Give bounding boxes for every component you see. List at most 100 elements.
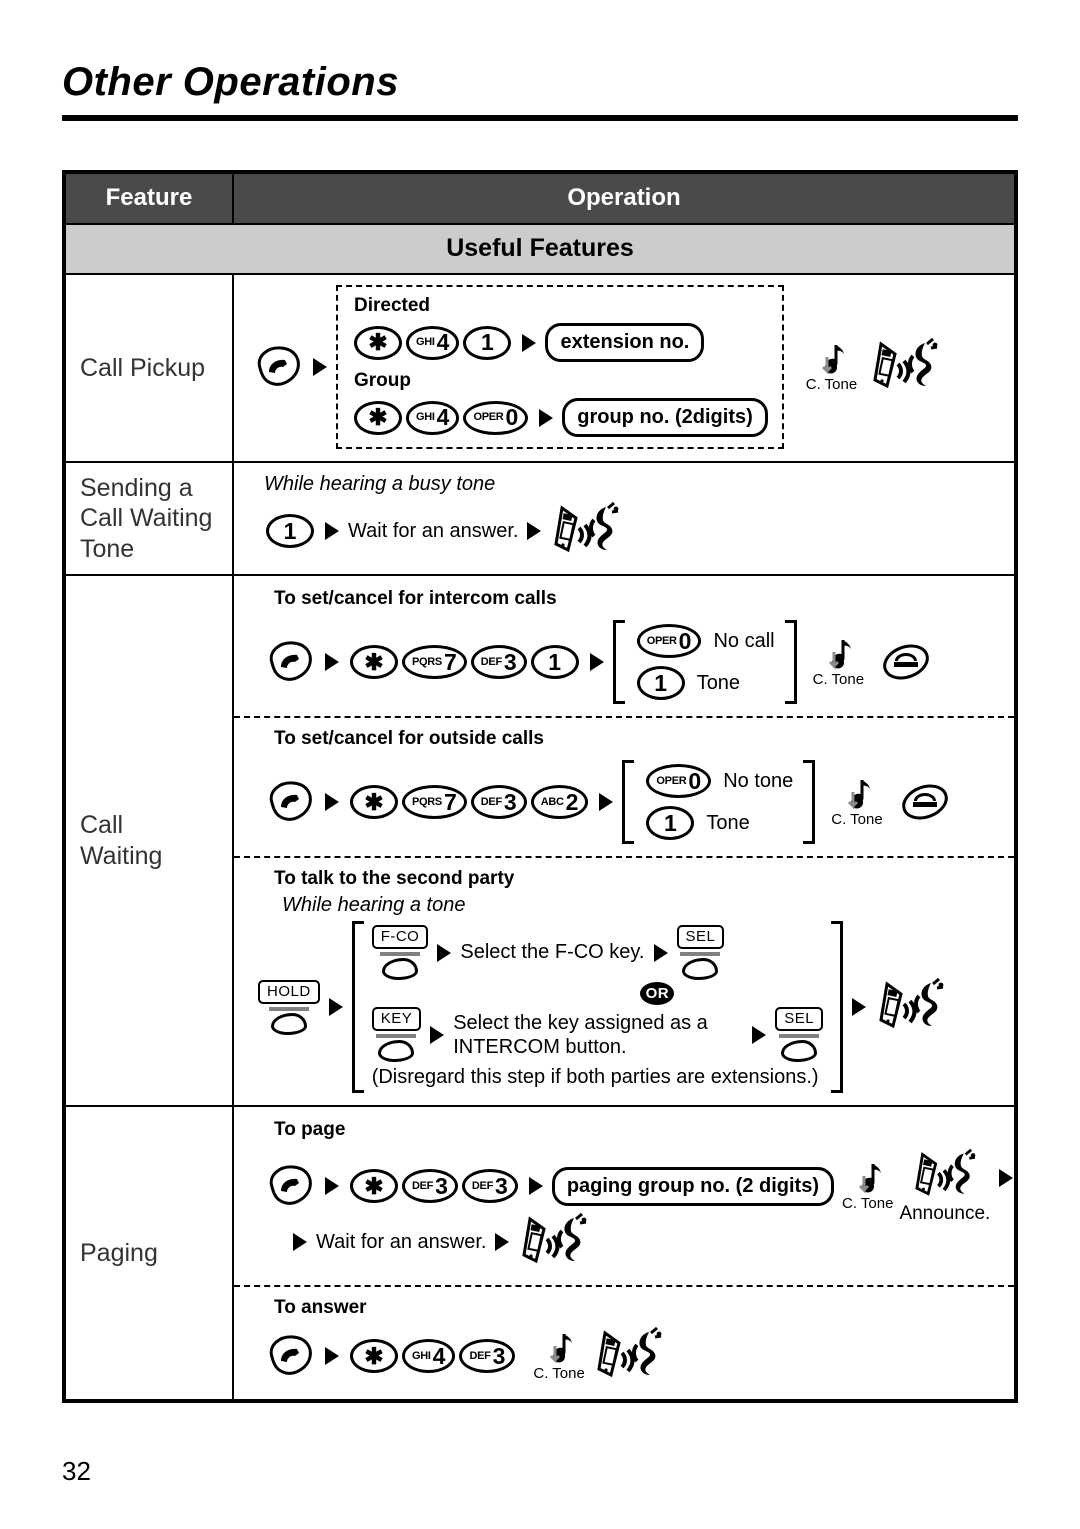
arrow-icon <box>539 408 554 427</box>
onhook-icon <box>899 780 951 824</box>
key-ghi-4[interactable]: GHI 4 <box>406 400 460 435</box>
arrow-icon <box>589 653 604 671</box>
arrow-icon <box>495 1233 510 1251</box>
softkey-sel[interactable]: SEL <box>676 925 725 980</box>
option-no-call: OPER 0 No call <box>635 624 775 658</box>
key-def-3[interactable]: DEF 3 <box>470 645 527 679</box>
key-1[interactable]: 1 <box>530 645 579 679</box>
arrow-icon <box>325 1177 339 1195</box>
key-def-3[interactable]: DEF 3 <box>402 1169 458 1203</box>
key-pqrs-7[interactable]: PQRS 7 <box>402 785 467 819</box>
arrow-icon <box>325 793 339 811</box>
talk-icon <box>518 1211 590 1273</box>
table-header-row: Feature Operation <box>64 172 1016 225</box>
key-oper-0[interactable]: OPER 0 <box>463 400 529 435</box>
key-star[interactable]: ✱ <box>350 785 398 819</box>
arrow-icon <box>325 522 339 540</box>
table-row-call-pickup: Call Pickup Directed ✱ GHI 4 1 extension… <box>64 273 1016 463</box>
column-header-operation: Operation <box>232 172 1016 225</box>
field-paging-group-no[interactable]: paging group no. (2 digits) <box>551 1166 834 1206</box>
option-fco-row: F-CO Select the F-CO key. SEL <box>371 925 823 980</box>
confirmation-tone-indicator: C. Tone <box>813 636 864 689</box>
announce-label: Announce. <box>899 1203 991 1224</box>
arrow-icon <box>852 998 867 1016</box>
softkey-sel[interactable]: SEL <box>775 1007 824 1062</box>
softkey-key[interactable]: KEY <box>371 1007 422 1062</box>
confirmation-tone-indicator: C. Tone <box>831 776 883 829</box>
softkey-f-co[interactable]: F-CO <box>371 925 429 980</box>
key-ghi-4[interactable]: GHI 4 <box>402 1339 456 1373</box>
arrow-icon <box>325 653 339 671</box>
sending-tone-sequence: 1 Wait for an answer. <box>264 500 1006 562</box>
section-title-row: Useful Features <box>64 223 1016 275</box>
key-1[interactable]: 1 <box>636 666 685 700</box>
arrow-icon <box>653 943 668 962</box>
or-badge: OR <box>640 982 675 1005</box>
option-tone: 1 Tone <box>644 806 793 840</box>
page-number: 32 <box>62 1456 91 1486</box>
key-1[interactable]: 1 <box>463 325 512 360</box>
option-label: No tone <box>723 769 794 792</box>
operation-cell-sending-call-waiting-tone: While hearing a busy tone 1 Wait for an … <box>232 461 1016 576</box>
announce-indicator: Announce. <box>899 1147 990 1225</box>
option-bracket: F-CO Select the F-CO key. SEL OR KEY Sel… <box>351 921 844 1093</box>
arrow-icon <box>325 1347 339 1365</box>
key-def-3[interactable]: DEF 3 <box>459 1339 516 1373</box>
key-star[interactable]: ✱ <box>354 325 402 360</box>
arrow-icon <box>328 998 343 1016</box>
group-sequence: ✱ GHI 4 OPER 0 group no. (2digits) <box>352 398 768 437</box>
heading-set-cancel-intercom: To set/cancel for intercom calls <box>274 588 557 609</box>
offhook-icon <box>252 344 304 390</box>
key-pqrs-7[interactable]: PQRS 7 <box>402 645 467 679</box>
talk-icon <box>875 976 947 1038</box>
select-intercom-text: Select the key assigned as a INTERCOM bu… <box>453 1011 708 1058</box>
softkey-hold[interactable]: HOLD <box>258 979 320 1035</box>
key-star[interactable]: ✱ <box>350 645 398 679</box>
key-oper-0[interactable]: OPER 0 <box>646 764 712 798</box>
sub-row-divider <box>234 856 1014 858</box>
sub-row-divider <box>234 1285 1014 1287</box>
label-directed: Directed <box>354 295 431 316</box>
option-tone: 1 Tone <box>635 666 775 700</box>
note-while-hearing-busy-tone: While hearing a busy tone <box>264 473 496 495</box>
confirmation-tone-indicator: C. Tone <box>806 341 857 394</box>
call-pickup-dashed-group: Directed ✱ GHI 4 1 extension no. Group ✱ … <box>336 285 784 449</box>
key-def-3[interactable]: DEF 3 <box>461 1169 518 1203</box>
arrow-icon <box>752 1025 767 1044</box>
confirmation-tone-label: C. Tone <box>831 810 883 828</box>
operation-cell-call-waiting: To set/cancel for intercom calls ✱ PQRS 7… <box>232 574 1016 1107</box>
option-no-tone: OPER 0 No tone <box>644 764 793 798</box>
key-star[interactable]: ✱ <box>350 1339 398 1373</box>
key-star[interactable]: ✱ <box>354 400 402 435</box>
music-note-icon <box>847 779 870 810</box>
heading-set-cancel-outside: To set/cancel for outside calls <box>274 728 544 749</box>
onhook-icon <box>880 640 932 684</box>
feature-label-sending-call-waiting-tone: Sending a Call Waiting Tone <box>64 461 234 576</box>
talk-icon <box>909 1147 981 1205</box>
feature-label-paging: Paging <box>64 1105 234 1401</box>
offhook-icon <box>264 1163 316 1209</box>
operation-cell-call-pickup: Directed ✱ GHI 4 1 extension no. Group ✱ … <box>232 273 1016 463</box>
offhook-icon <box>264 639 316 685</box>
heading-to-page: To page <box>274 1119 346 1140</box>
intercom-sequence: ✱ PQRS 7 DEF 3 1 OPER 0 No call 1 Tone C… <box>264 620 1006 704</box>
key-ghi-4[interactable]: GHI 4 <box>406 325 460 360</box>
field-extension-no[interactable]: extension no. <box>545 323 705 362</box>
key-1[interactable]: 1 <box>266 514 314 548</box>
talk-second-party-sequence: HOLD F-CO Select the F-CO key. SEL OR KE… <box>258 921 1006 1093</box>
option-label: Tone <box>706 811 750 834</box>
key-oper-0[interactable]: OPER 0 <box>636 624 702 658</box>
key-abc-2[interactable]: ABC 2 <box>530 785 589 819</box>
to-page-wait-row: Wait for an answer. <box>284 1211 1006 1273</box>
title-rule <box>62 115 1018 121</box>
arrow-icon <box>430 1025 445 1044</box>
key-star[interactable]: ✱ <box>350 1169 398 1203</box>
offhook-icon <box>264 779 316 825</box>
key-1[interactable]: 1 <box>646 806 695 840</box>
arrow-icon <box>313 358 327 376</box>
field-group-no[interactable]: group no. (2digits) <box>562 398 768 437</box>
key-def-3[interactable]: DEF 3 <box>470 785 527 819</box>
option-label: Tone <box>696 671 741 694</box>
confirmation-tone-indicator: C. Tone <box>533 1330 585 1383</box>
heading-talk-second-party: To talk to the second party <box>274 868 515 889</box>
